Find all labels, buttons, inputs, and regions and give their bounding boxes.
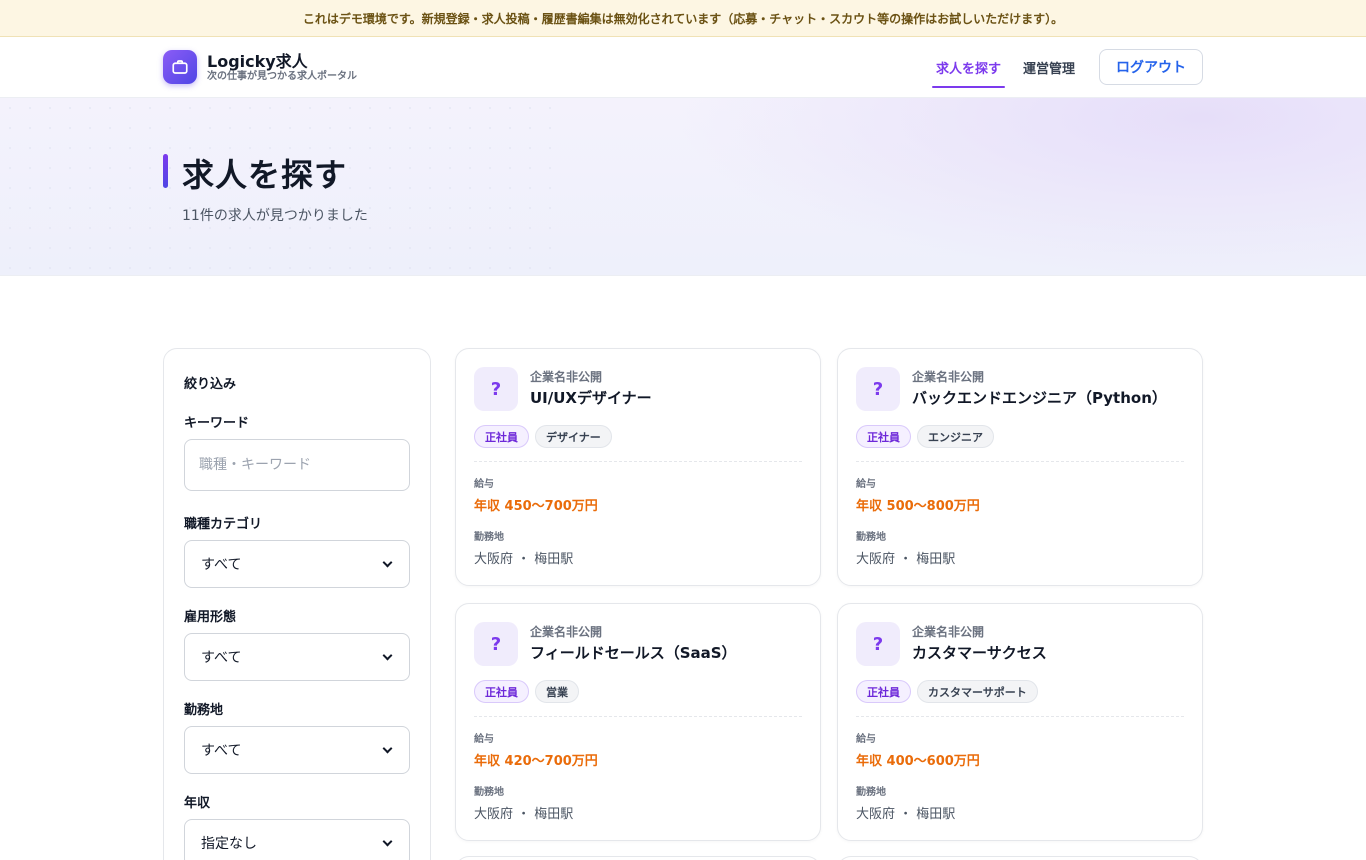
job-card-partial[interactable] xyxy=(837,856,1203,860)
keyword-label: キーワード xyxy=(184,416,250,431)
salary-select-value: 指定なし xyxy=(201,836,257,852)
location-label: 勤務地 xyxy=(856,787,886,798)
job-card[interactable]: ? 企業名非公開 カスタマーサクセス 正社員 カスタマーサポート 給与 年収 4… xyxy=(837,603,1203,841)
job-card[interactable]: ? 企業名非公開 UI/UXデザイナー 正社員 デザイナー 給与 年収 450〜… xyxy=(455,348,821,586)
location-select[interactable]: すべて xyxy=(184,726,410,774)
location-label: 勤務地 xyxy=(474,532,504,543)
salary-label: 給与 xyxy=(856,479,876,490)
category-tag: デザイナー xyxy=(535,425,612,448)
logout-button[interactable]: ログアウト xyxy=(1099,49,1203,85)
employment-type-tag: 正社員 xyxy=(856,680,911,703)
card-divider xyxy=(856,461,1184,462)
filter-panel: 絞り込み キーワード 職種カテゴリ すべて 雇用形態 すべて 勤務地 すべて 年… xyxy=(163,348,431,860)
location-label: 勤務地 xyxy=(856,532,886,543)
job-title: カスタマーサクセス xyxy=(912,644,1047,662)
employment-select-value: すべて xyxy=(201,650,242,666)
category-label: 職種カテゴリ xyxy=(184,517,263,532)
briefcase-icon xyxy=(163,50,197,84)
hero-accent-bar xyxy=(163,154,168,188)
job-title: バックエンドエンジニア（Python） xyxy=(912,389,1167,407)
site-header: Logicky求人 次の仕事が見つかる求人ポータル 求人を探す 運営管理 ログア… xyxy=(0,37,1366,98)
card-divider xyxy=(474,716,802,717)
job-title: フィールドセールス（SaaS） xyxy=(530,644,737,662)
chevron-down-icon xyxy=(382,836,393,846)
job-title: UI/UXデザイナー xyxy=(530,389,652,407)
result-count: 11件の求人が見つかりました xyxy=(182,208,368,224)
logo[interactable]: Logicky求人 次の仕事が見つかる求人ポータル xyxy=(163,50,357,84)
nav-admin[interactable]: 運営管理 xyxy=(1019,49,1079,85)
category-tag: カスタマーサポート xyxy=(917,680,1038,703)
chevron-down-icon xyxy=(382,557,393,567)
company-placeholder-icon: ? xyxy=(856,622,900,666)
salary-label: 給与 xyxy=(474,479,494,490)
company-placeholder-icon: ? xyxy=(856,367,900,411)
logo-subtitle: 次の仕事が見つかる求人ポータル xyxy=(207,70,357,82)
location-select-value: すべて xyxy=(201,743,242,759)
location-value: 大阪府 ・ 梅田駅 xyxy=(856,807,956,822)
location-value: 大阪府 ・ 梅田駅 xyxy=(474,807,574,822)
logo-title: Logicky求人 xyxy=(207,51,308,71)
company-name: 企業名非公開 xyxy=(530,370,603,384)
filter-title: 絞り込み xyxy=(184,377,237,392)
salary-select[interactable]: 指定なし xyxy=(184,819,410,860)
chevron-down-icon xyxy=(382,743,393,753)
location-value: 大阪府 ・ 梅田駅 xyxy=(856,552,956,567)
salary-value: 年収 450〜700万円 xyxy=(474,499,598,514)
employment-type-tag: 正社員 xyxy=(474,680,529,703)
page-title: 求人を探す xyxy=(182,156,348,194)
hero-section: 求人を探す 11件の求人が見つかりました xyxy=(0,98,1366,276)
nav-find-jobs[interactable]: 求人を探す xyxy=(931,49,1005,88)
location-label: 勤務地 xyxy=(184,703,224,718)
employment-select[interactable]: すべて xyxy=(184,633,410,681)
company-placeholder-icon: ? xyxy=(474,622,518,666)
category-tag: 営業 xyxy=(535,680,579,703)
salary-label: 年収 xyxy=(184,796,211,811)
company-name: 企業名非公開 xyxy=(912,370,985,384)
chevron-down-icon xyxy=(382,650,393,660)
salary-value: 年収 500〜800万円 xyxy=(856,499,980,514)
salary-label: 給与 xyxy=(474,734,494,745)
employment-type-tag: 正社員 xyxy=(474,425,529,448)
employment-type-tag: 正社員 xyxy=(856,425,911,448)
salary-value: 年収 400〜600万円 xyxy=(856,754,980,769)
job-card[interactable]: ? 企業名非公開 バックエンドエンジニア（Python） 正社員 エンジニア 給… xyxy=(837,348,1203,586)
company-placeholder-icon: ? xyxy=(474,367,518,411)
job-card-partial[interactable] xyxy=(455,856,821,860)
keyword-input[interactable] xyxy=(184,439,410,491)
employment-label: 雇用形態 xyxy=(184,610,237,625)
company-name: 企業名非公開 xyxy=(530,625,603,639)
location-label: 勤務地 xyxy=(474,787,504,798)
demo-banner: これはデモ環境です。新規登録・求人投稿・履歴書編集は無効化されています（応募・チ… xyxy=(0,0,1366,37)
card-divider xyxy=(474,461,802,462)
demo-banner-text: これはデモ環境です。新規登録・求人投稿・履歴書編集は無効化されています（応募・チ… xyxy=(302,11,1064,26)
company-name: 企業名非公開 xyxy=(912,625,985,639)
location-value: 大阪府 ・ 梅田駅 xyxy=(474,552,574,567)
salary-label: 給与 xyxy=(856,734,876,745)
category-select[interactable]: すべて xyxy=(184,540,410,588)
salary-value: 年収 420〜700万円 xyxy=(474,754,598,769)
category-tag: エンジニア xyxy=(917,425,994,448)
card-divider xyxy=(856,716,1184,717)
category-select-value: すべて xyxy=(201,557,242,573)
job-card[interactable]: ? 企業名非公開 フィールドセールス（SaaS） 正社員 営業 給与 年収 42… xyxy=(455,603,821,841)
main-nav: 求人を探す 運営管理 ログアウト xyxy=(931,49,1203,88)
